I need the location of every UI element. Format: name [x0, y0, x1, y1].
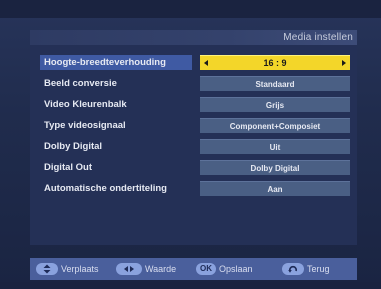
setting-row-aspect-ratio[interactable]: Hoogte-breedteverhouding 16 : 9 [30, 54, 357, 71]
setting-label: Beeld conversie [44, 78, 117, 89]
ok-key: OK [196, 263, 216, 275]
hint-save-label: Opslaan [219, 264, 253, 274]
setting-label: Digital Out [44, 162, 93, 173]
setting-label: Video Kleurenbalk [44, 99, 127, 110]
hint-value-label: Waarde [145, 264, 177, 274]
setting-value[interactable]: Uit [200, 139, 350, 154]
setting-row-picture-conversion[interactable]: Beeld conversie Standaard [30, 75, 357, 92]
setting-label: Dolby Digital [44, 141, 103, 152]
page-title: Media instellen [283, 32, 353, 43]
arrow-right-icon[interactable] [342, 60, 346, 66]
hint-move: Verplaats [36, 262, 99, 276]
setting-value[interactable]: Dolby Digital [200, 160, 350, 175]
hint-back: Terug [282, 262, 330, 276]
setting-row-auto-subtitles[interactable]: Automatische ondertiteling Aan [30, 180, 357, 197]
up-down-icon [36, 263, 58, 275]
arrow-left-icon[interactable] [204, 60, 208, 66]
hint-save: OK Opslaan [196, 262, 253, 276]
setting-value[interactable]: Standaard [200, 76, 350, 91]
left-right-icon [116, 263, 142, 275]
setting-value[interactable]: Grijs [200, 97, 350, 112]
setting-value: 16 : 9 [263, 58, 287, 68]
setting-value-selector[interactable]: 16 : 9 [200, 55, 350, 70]
setting-row-dolby-digital[interactable]: Dolby Digital Uit [30, 138, 357, 155]
hint-back-label: Terug [307, 264, 330, 274]
setting-label: Type videosignaal [44, 120, 126, 131]
setting-label: Hoogte-breedteverhouding [40, 55, 192, 70]
bottom-strip [0, 282, 381, 289]
settings-screen: Media instellen Hoogte-breedteverhouding… [0, 0, 381, 289]
setting-label: Automatische ondertiteling [44, 183, 167, 194]
hint-move-label: Verplaats [61, 264, 99, 274]
setting-value[interactable]: Aan [200, 181, 350, 196]
setting-value[interactable]: Component+Composiet [200, 118, 350, 133]
key-hint-bar: Verplaats Waarde OK Opslaan Terug [30, 258, 357, 280]
setting-row-digital-out[interactable]: Digital Out Dolby Digital [30, 159, 357, 176]
settings-panel: Hoogte-breedteverhouding 16 : 9 Beeld co… [30, 45, 357, 245]
back-arrow-icon [282, 263, 304, 275]
setting-row-video-signal-type[interactable]: Type videosignaal Component+Composiet [30, 117, 357, 134]
hint-value: Waarde [116, 262, 176, 276]
setting-row-video-colorbar[interactable]: Video Kleurenbalk Grijs [30, 96, 357, 113]
